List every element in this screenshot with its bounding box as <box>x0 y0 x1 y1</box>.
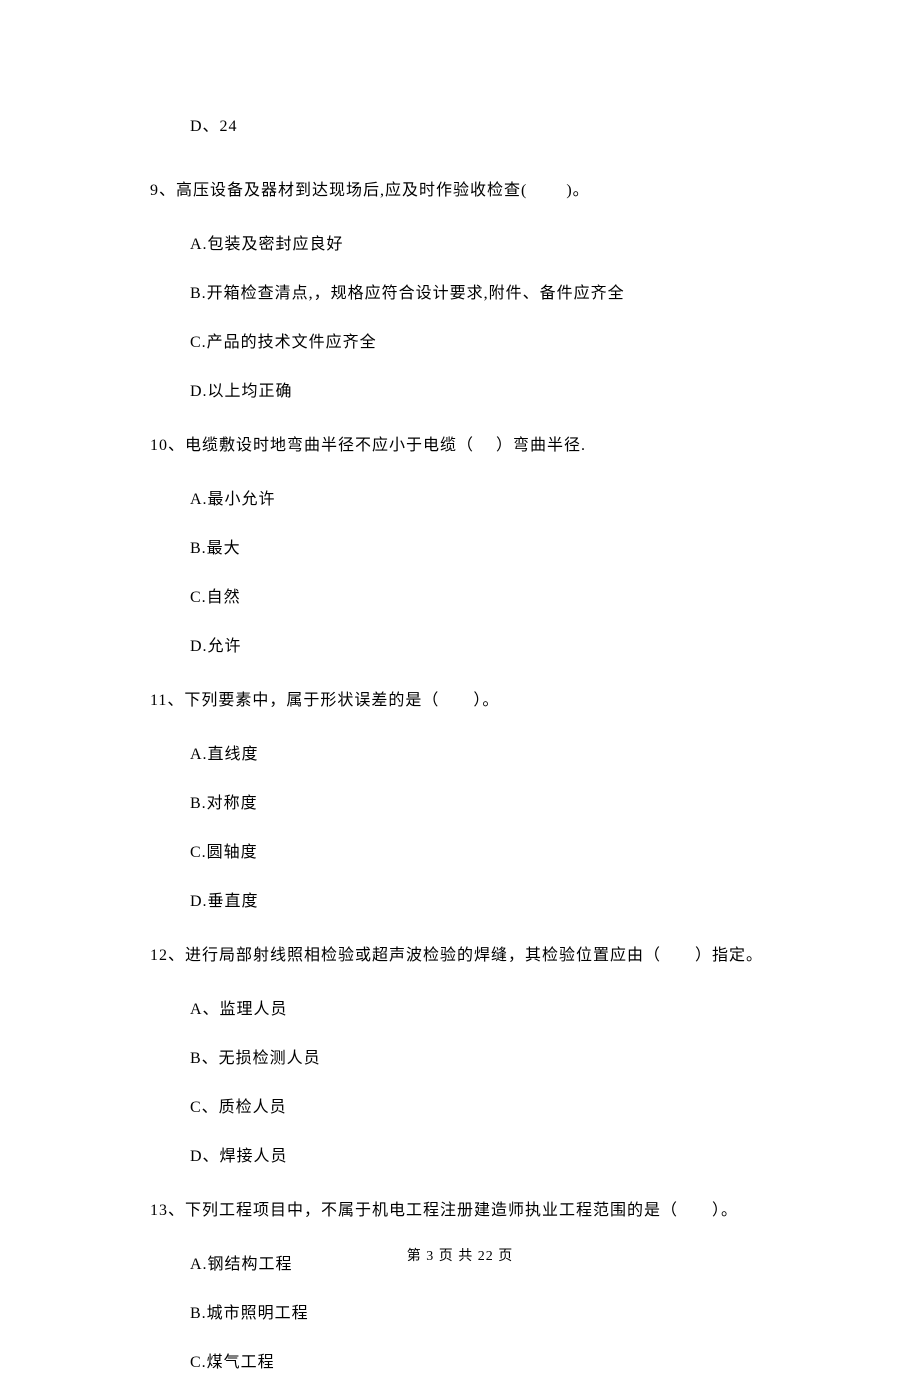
options-list: A、监理人员 B、无损检测人员 C、质检人员 D、焊接人员 <box>190 998 770 1169</box>
question-11: 11、下列要素中，属于形状误差的是（ ）。 A.直线度 B.对称度 C.圆轴度 … <box>150 689 770 914</box>
content-area: D、24 9、高压设备及器材到达现场后,应及时作验收检查( )。 A.包装及密封… <box>0 0 920 1375</box>
question-stem: 12、进行局部射线照相检验或超声波检验的焊缝，其检验位置应由（ ）指定。 <box>150 944 770 968</box>
option-b: B、无损检测人员 <box>190 1047 770 1071</box>
options-list: A.直线度 B.对称度 C.圆轴度 D.垂直度 <box>190 743 770 914</box>
question-12: 12、进行局部射线照相检验或超声波检验的焊缝，其检验位置应由（ ）指定。 A、监… <box>150 944 770 1169</box>
option-b: B.最大 <box>190 537 770 561</box>
option-b: B.对称度 <box>190 792 770 816</box>
question-text: 高压设备及器材到达现场后,应及时作验收检查( )。 <box>176 182 590 199</box>
page-footer: 第 3 页 共 22 页 <box>0 1246 920 1267</box>
question-10: 10、电缆敷设时地弯曲半径不应小于电缆（ ）弯曲半径. A.最小允许 B.最大 … <box>150 434 770 659</box>
options-list: A.包装及密封应良好 B.开箱检查清点,，规格应符合设计要求,附件、备件应齐全 … <box>190 233 770 404</box>
option-c: C、质检人员 <box>190 1096 770 1120</box>
option-a: A.包装及密封应良好 <box>190 233 770 257</box>
question-number: 11、 <box>150 692 184 709</box>
option-d: D.以上均正确 <box>190 380 770 404</box>
option-a: A、监理人员 <box>190 998 770 1022</box>
option-a: A.直线度 <box>190 743 770 767</box>
question-text: 下列工程项目中，不属于机电工程注册建造师执业工程范围的是（ ）。 <box>185 1202 738 1219</box>
question-number: 10、 <box>150 437 185 454</box>
option-a: A.最小允许 <box>190 488 770 512</box>
question-number: 13、 <box>150 1202 185 1219</box>
option-b: B.城市照明工程 <box>190 1302 770 1326</box>
question-stem: 9、高压设备及器材到达现场后,应及时作验收检查( )。 <box>150 179 770 203</box>
question-13: 13、下列工程项目中，不属于机电工程注册建造师执业工程范围的是（ ）。 A.钢结… <box>150 1199 770 1375</box>
option-d: D.允许 <box>190 635 770 659</box>
question-stem: 11、下列要素中，属于形状误差的是（ ）。 <box>150 689 770 713</box>
options-list: A.最小允许 B.最大 C.自然 D.允许 <box>190 488 770 659</box>
option-c: C.自然 <box>190 586 770 610</box>
option-c: C.圆轴度 <box>190 841 770 865</box>
question-stem: 10、电缆敷设时地弯曲半径不应小于电缆（ ）弯曲半径. <box>150 434 770 458</box>
option-c: C.产品的技术文件应齐全 <box>190 331 770 355</box>
option-d: D、焊接人员 <box>190 1145 770 1169</box>
option-b: B.开箱检查清点,，规格应符合设计要求,附件、备件应齐全 <box>190 282 770 306</box>
question-9: 9、高压设备及器材到达现场后,应及时作验收检查( )。 A.包装及密封应良好 B… <box>150 179 770 404</box>
orphan-option: D、24 <box>190 115 770 139</box>
question-stem: 13、下列工程项目中，不属于机电工程注册建造师执业工程范围的是（ ）。 <box>150 1199 770 1223</box>
options-list: A.钢结构工程 B.城市照明工程 C.煤气工程 <box>190 1253 770 1375</box>
question-number: 9、 <box>150 182 176 199</box>
option-c: C.煤气工程 <box>190 1351 770 1375</box>
option-d: D.垂直度 <box>190 890 770 914</box>
question-text: 下列要素中，属于形状误差的是（ ）。 <box>184 692 499 709</box>
question-text: 进行局部射线照相检验或超声波检验的焊缝，其检验位置应由（ ）指定。 <box>185 947 763 964</box>
question-number: 12、 <box>150 947 185 964</box>
question-text: 电缆敷设时地弯曲半径不应小于电缆（ ）弯曲半径. <box>185 437 586 454</box>
